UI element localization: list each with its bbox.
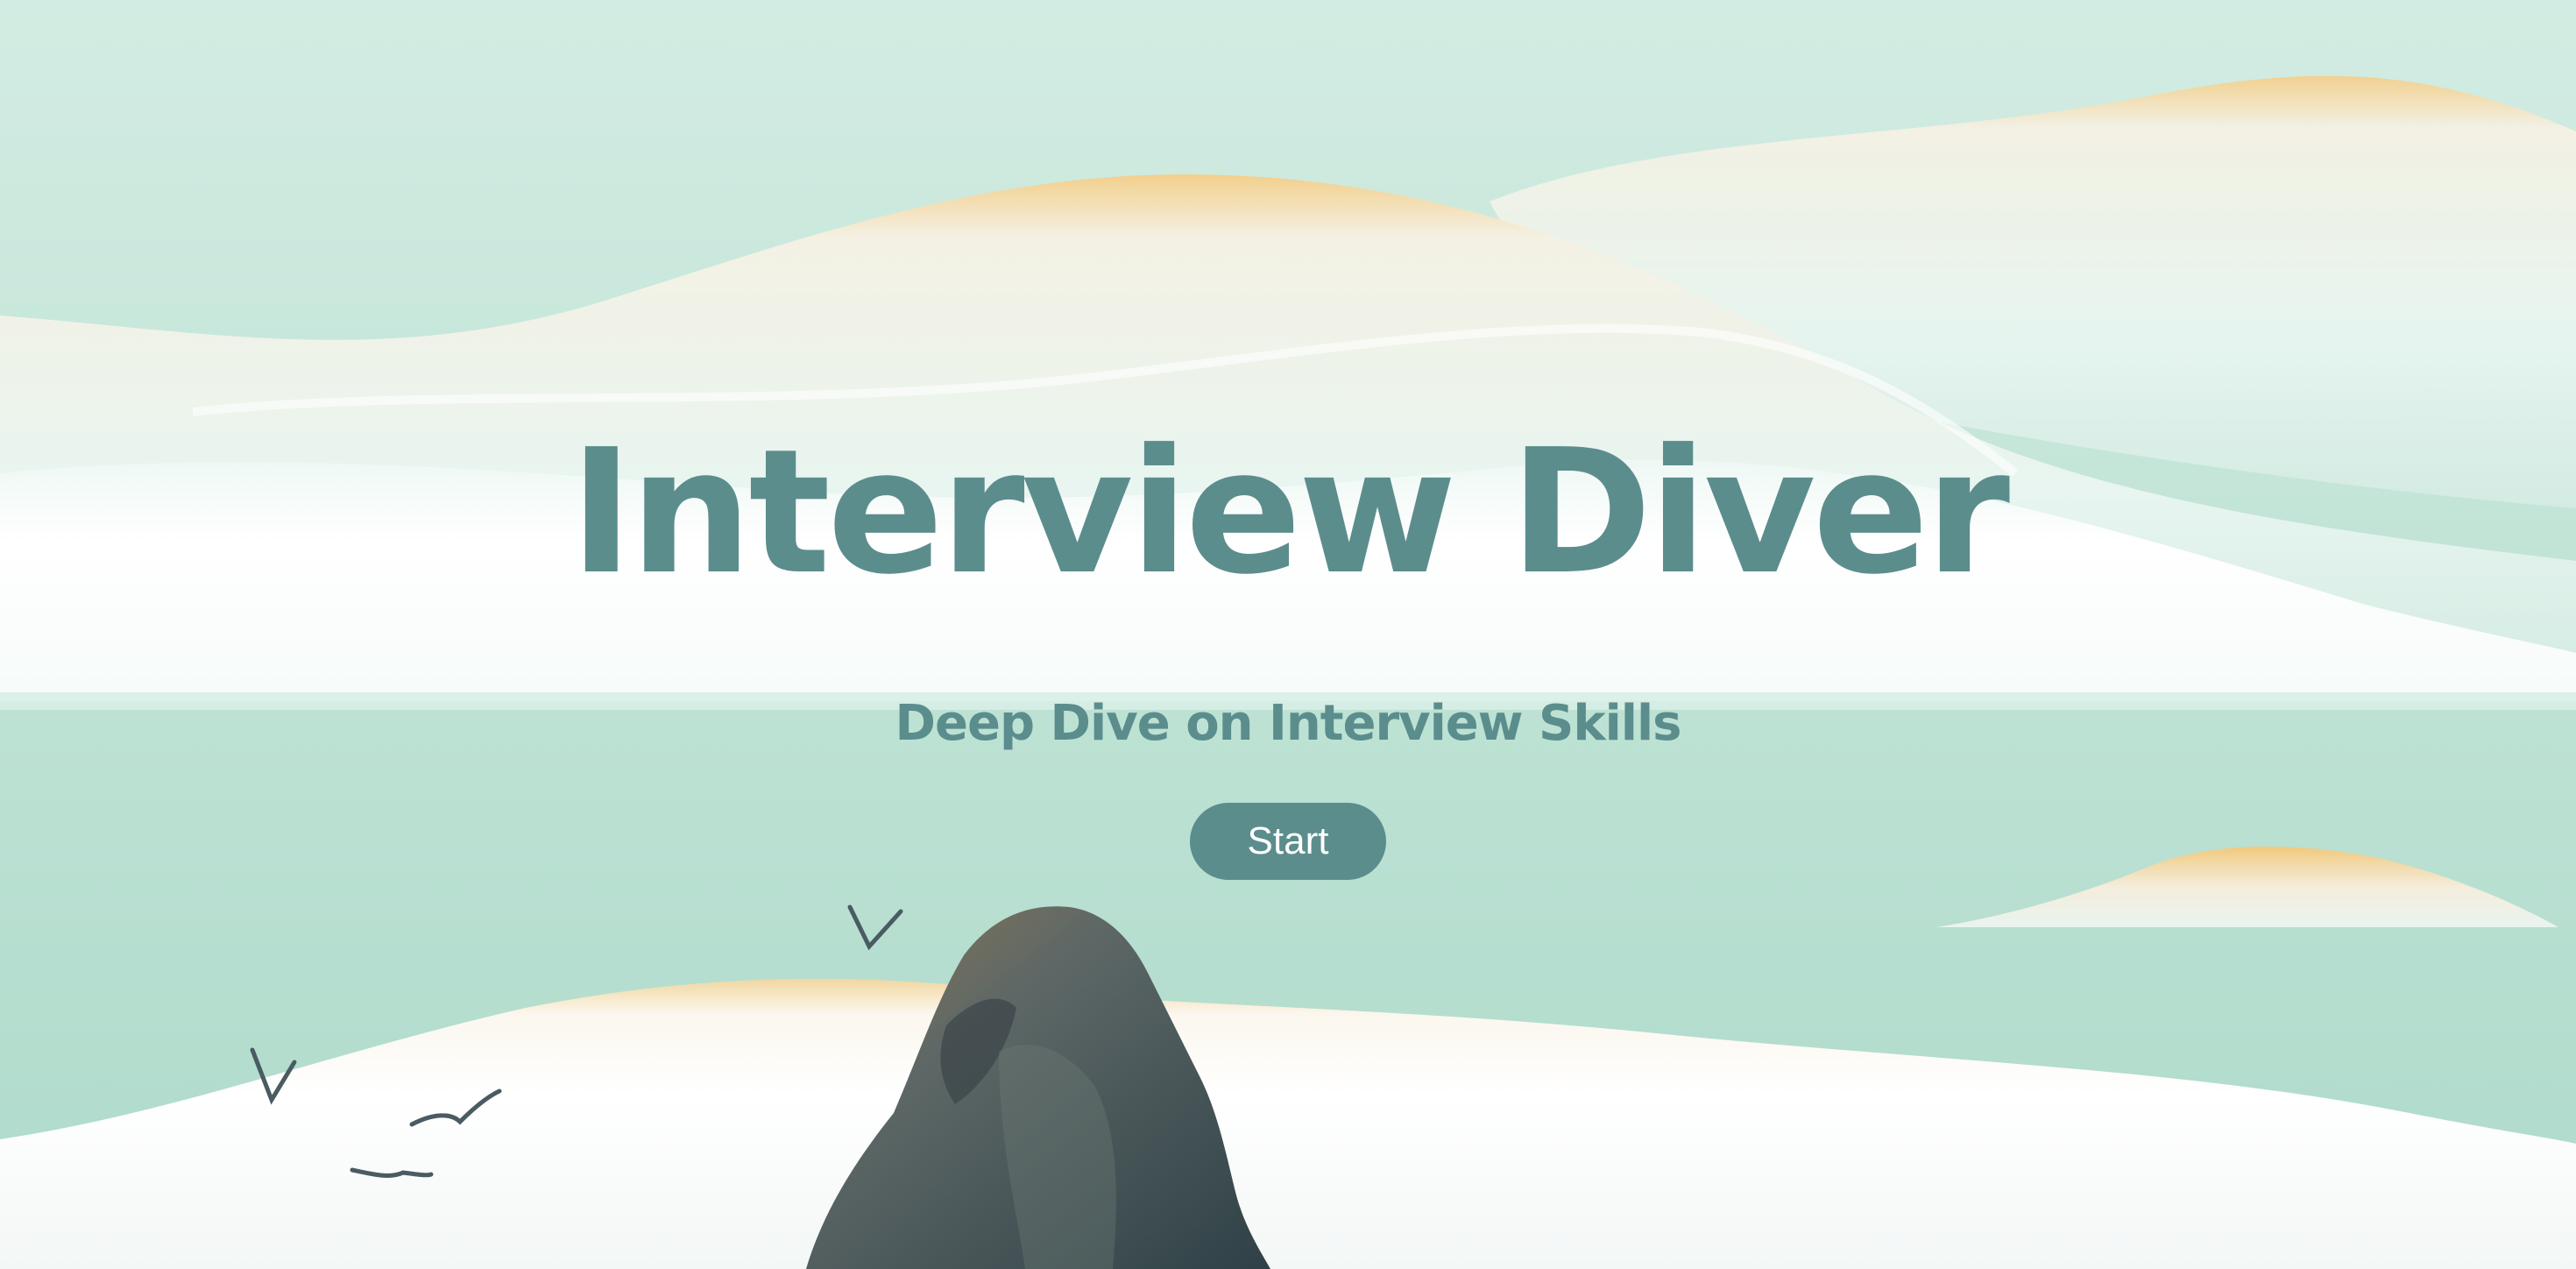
page-title: Interview Diver: [569, 413, 2010, 613]
hero-section: Interview Diver Deep Dive on Interview S…: [0, 0, 2576, 1269]
page-subtitle: Deep Dive on Interview Skills: [895, 695, 1682, 752]
start-button[interactable]: Start: [1190, 803, 1386, 880]
landing-page: Interview Diver Deep Dive on Interview S…: [0, 0, 2576, 1269]
